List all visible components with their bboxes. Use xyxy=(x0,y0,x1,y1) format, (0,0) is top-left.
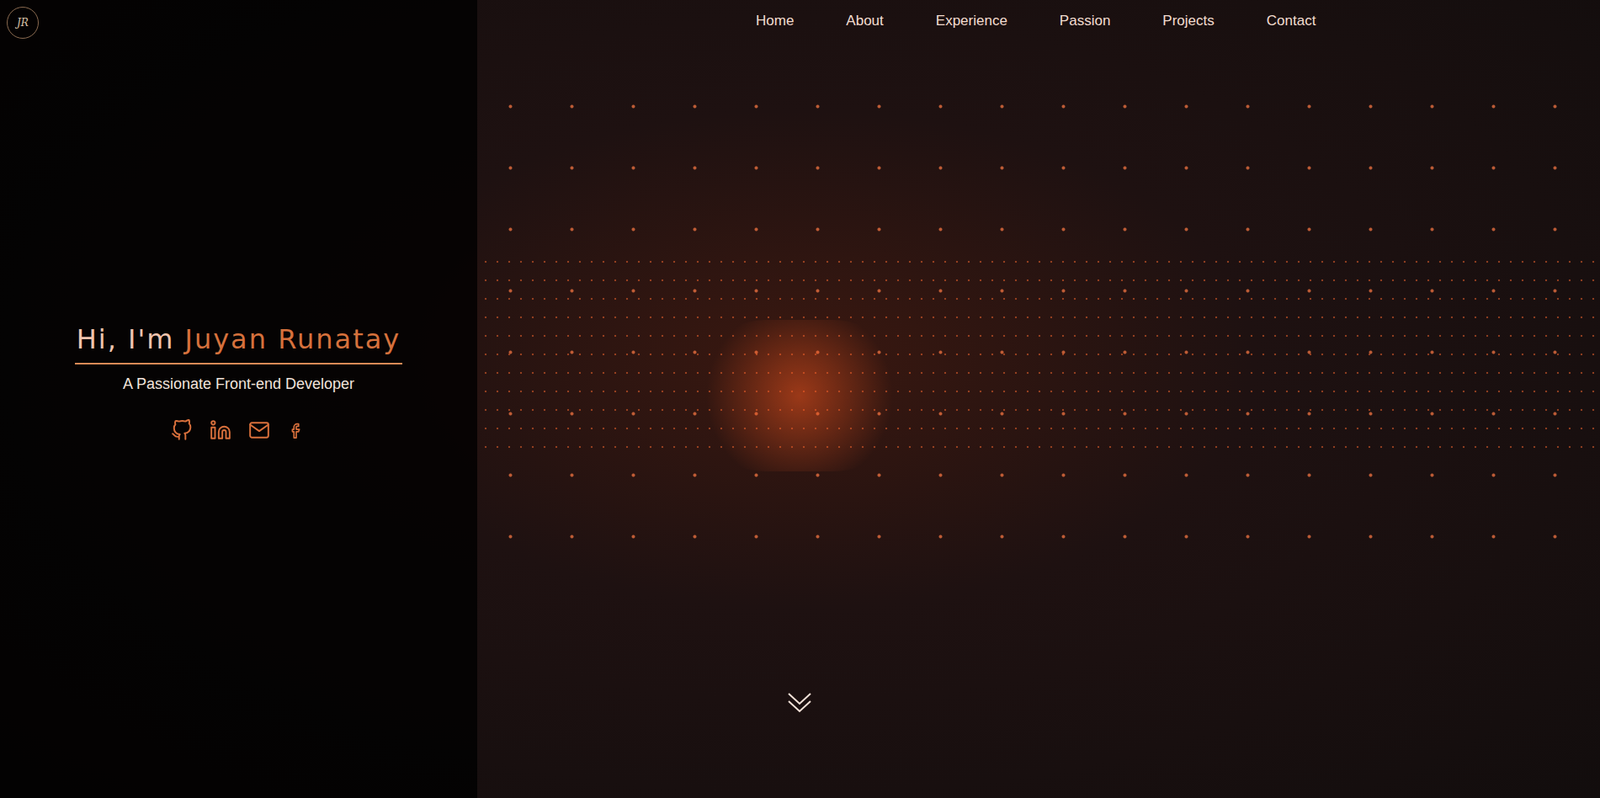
nav-item[interactable]: Passion xyxy=(1059,10,1111,32)
name: Juyan Runatay xyxy=(184,323,401,356)
logo-text: JR xyxy=(16,15,29,31)
subtitle: A Passionate Front-end Developer xyxy=(122,372,355,396)
email-link[interactable] xyxy=(248,419,271,442)
nav-item[interactable]: Experience xyxy=(935,10,1008,32)
github-icon xyxy=(170,419,193,442)
left-panel xyxy=(0,0,478,798)
facebook-link[interactable] xyxy=(287,419,306,442)
linkedin-link[interactable] xyxy=(209,419,232,442)
nav-bar: Home About Experience Passion Projects Contac… xyxy=(755,0,1316,43)
scroll-down-button[interactable] xyxy=(785,688,814,718)
social-links xyxy=(170,419,306,442)
linkedin-icon xyxy=(209,419,232,442)
mail-icon xyxy=(248,419,271,442)
hero-title: Hi, I'mJuyan Runatay xyxy=(74,323,403,364)
nav-item[interactable]: Projects xyxy=(1162,10,1214,32)
greeting: Hi, I'm xyxy=(76,323,176,356)
hero: Hi, I'mJuyan Runatay A Passionate Front-… xyxy=(0,0,478,798)
page: Hi, I'mJuyan Runatay A Passionate Front-… xyxy=(0,0,1600,798)
nav-item[interactable]: About xyxy=(845,10,883,32)
chevron-down-icon xyxy=(785,688,814,718)
glow xyxy=(690,319,909,472)
nav-item[interactable]: Contact xyxy=(1266,10,1317,32)
nav-item[interactable]: Home xyxy=(755,10,794,32)
facebook-icon xyxy=(287,419,306,442)
particle-band xyxy=(479,252,1600,455)
github-link[interactable] xyxy=(170,419,193,442)
logo[interactable]: JR xyxy=(6,6,39,39)
